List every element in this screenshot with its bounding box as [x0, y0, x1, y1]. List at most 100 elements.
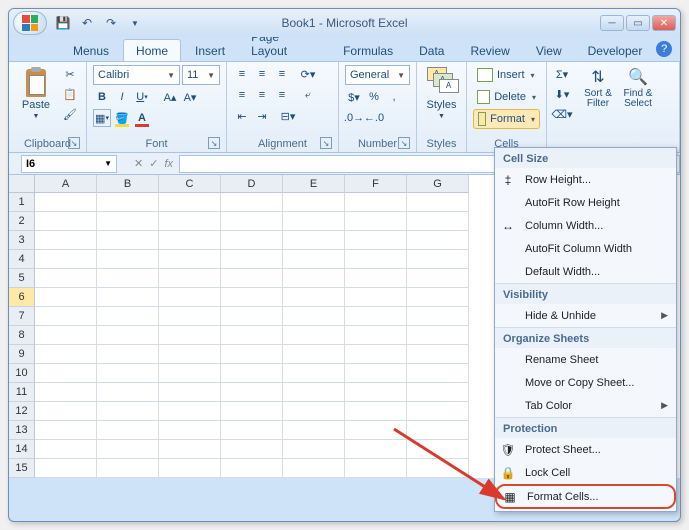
undo-icon[interactable]: ↶ [77, 13, 97, 33]
cell[interactable] [345, 288, 407, 307]
menu-default-width[interactable]: Default Width... [495, 260, 676, 283]
cell[interactable] [345, 421, 407, 440]
cell[interactable] [159, 459, 221, 478]
row-header[interactable]: 5 [9, 269, 35, 288]
row-header[interactable]: 13 [9, 421, 35, 440]
row-header[interactable]: 9 [9, 345, 35, 364]
cell[interactable] [283, 307, 345, 326]
qat-dropdown-icon[interactable]: ▼ [125, 13, 145, 33]
cell[interactable] [221, 402, 283, 421]
name-box[interactable]: I6▼ [21, 155, 117, 173]
cell[interactable] [97, 326, 159, 345]
shrink-font-icon[interactable]: A▾ [181, 88, 199, 106]
cell[interactable] [97, 421, 159, 440]
align-middle-icon[interactable]: ≡ [253, 65, 271, 83]
cell[interactable] [345, 193, 407, 212]
cell[interactable] [35, 193, 97, 212]
cell[interactable] [407, 250, 469, 269]
cell[interactable] [159, 269, 221, 288]
cell[interactable] [35, 307, 97, 326]
cell[interactable] [283, 212, 345, 231]
column-header[interactable]: C [159, 175, 221, 193]
borders-button[interactable]: ▦▾ [93, 109, 111, 127]
row-header[interactable]: 14 [9, 440, 35, 459]
cell[interactable] [221, 383, 283, 402]
cell[interactable] [283, 250, 345, 269]
save-icon[interactable]: 💾 [53, 13, 73, 33]
cell[interactable] [407, 307, 469, 326]
tab-review[interactable]: Review [458, 40, 521, 61]
autosum-icon[interactable]: Σ▾ [553, 65, 571, 83]
tab-data[interactable]: Data [407, 40, 456, 61]
cell[interactable] [221, 421, 283, 440]
underline-button[interactable]: U▾ [133, 88, 151, 106]
delete-cells-button[interactable]: Delete▾ [473, 87, 540, 107]
cell[interactable] [407, 364, 469, 383]
cell[interactable] [407, 269, 469, 288]
row-header[interactable]: 15 [9, 459, 35, 478]
menu-column-width[interactable]: ↔Column Width... [495, 214, 676, 237]
cell[interactable] [283, 231, 345, 250]
cancel-formula-icon[interactable]: ✕ [134, 157, 143, 170]
format-cells-button[interactable]: Format▾ [473, 109, 540, 129]
column-header[interactable]: F [345, 175, 407, 193]
cell[interactable] [221, 231, 283, 250]
menu-row-height[interactable]: ‡Row Height... [495, 168, 676, 191]
cell[interactable] [35, 345, 97, 364]
cell[interactable] [35, 383, 97, 402]
cell[interactable] [407, 459, 469, 478]
merge-center-icon[interactable]: ⊟▾ [279, 107, 297, 125]
sort-filter-button[interactable]: ⇅ Sort & Filter [579, 65, 617, 111]
cell[interactable] [97, 269, 159, 288]
cell[interactable] [221, 459, 283, 478]
align-bottom-icon[interactable]: ≡ [273, 65, 291, 83]
cell[interactable] [221, 307, 283, 326]
cell[interactable] [97, 288, 159, 307]
cell[interactable] [97, 440, 159, 459]
cell[interactable] [159, 231, 221, 250]
cell[interactable] [35, 440, 97, 459]
cell[interactable] [159, 345, 221, 364]
cell[interactable] [407, 383, 469, 402]
comma-format-icon[interactable]: , [385, 88, 403, 106]
cell[interactable] [35, 212, 97, 231]
decrease-decimal-icon[interactable]: ←.0 [365, 109, 383, 127]
tab-insert[interactable]: Insert [183, 40, 237, 61]
font-color-button[interactable]: A [133, 109, 151, 127]
cell[interactable] [283, 288, 345, 307]
cell[interactable] [407, 440, 469, 459]
cell[interactable] [345, 212, 407, 231]
fill-icon[interactable]: ⬇▾ [553, 85, 571, 103]
select-all-corner[interactable] [9, 175, 35, 193]
insert-cells-button[interactable]: Insert▾ [473, 65, 540, 85]
cell[interactable] [221, 288, 283, 307]
row-header[interactable]: 8 [9, 326, 35, 345]
column-header[interactable]: D [221, 175, 283, 193]
wrap-text-icon[interactable]: ⤶ [299, 86, 317, 104]
row-header[interactable]: 12 [9, 402, 35, 421]
cell[interactable] [283, 383, 345, 402]
help-icon[interactable]: ? [656, 41, 672, 57]
row-header[interactable]: 2 [9, 212, 35, 231]
tab-menus[interactable]: Menus [61, 40, 121, 61]
cell[interactable] [283, 421, 345, 440]
font-name-combo[interactable]: Calibri▼ [93, 65, 180, 85]
cell[interactable] [35, 421, 97, 440]
cell[interactable] [221, 364, 283, 383]
decrease-indent-icon[interactable]: ⇤ [233, 107, 251, 125]
menu-lock-cell[interactable]: 🔒Lock Cell [495, 461, 676, 484]
fill-color-button[interactable]: 🪣 [113, 109, 131, 127]
cell[interactable] [97, 307, 159, 326]
alignment-dialog-launcher[interactable]: ↘ [320, 137, 332, 149]
cell[interactable] [97, 193, 159, 212]
cell[interactable] [283, 364, 345, 383]
row-header[interactable]: 6 [9, 288, 35, 307]
cell[interactable] [159, 212, 221, 231]
column-header[interactable]: E [283, 175, 345, 193]
clipboard-dialog-launcher[interactable]: ↘ [68, 137, 80, 149]
row-header[interactable]: 11 [9, 383, 35, 402]
format-painter-icon[interactable]: 🖌 [61, 105, 79, 123]
cell[interactable] [221, 440, 283, 459]
cell[interactable] [97, 364, 159, 383]
tab-developer[interactable]: Developer [576, 40, 655, 61]
